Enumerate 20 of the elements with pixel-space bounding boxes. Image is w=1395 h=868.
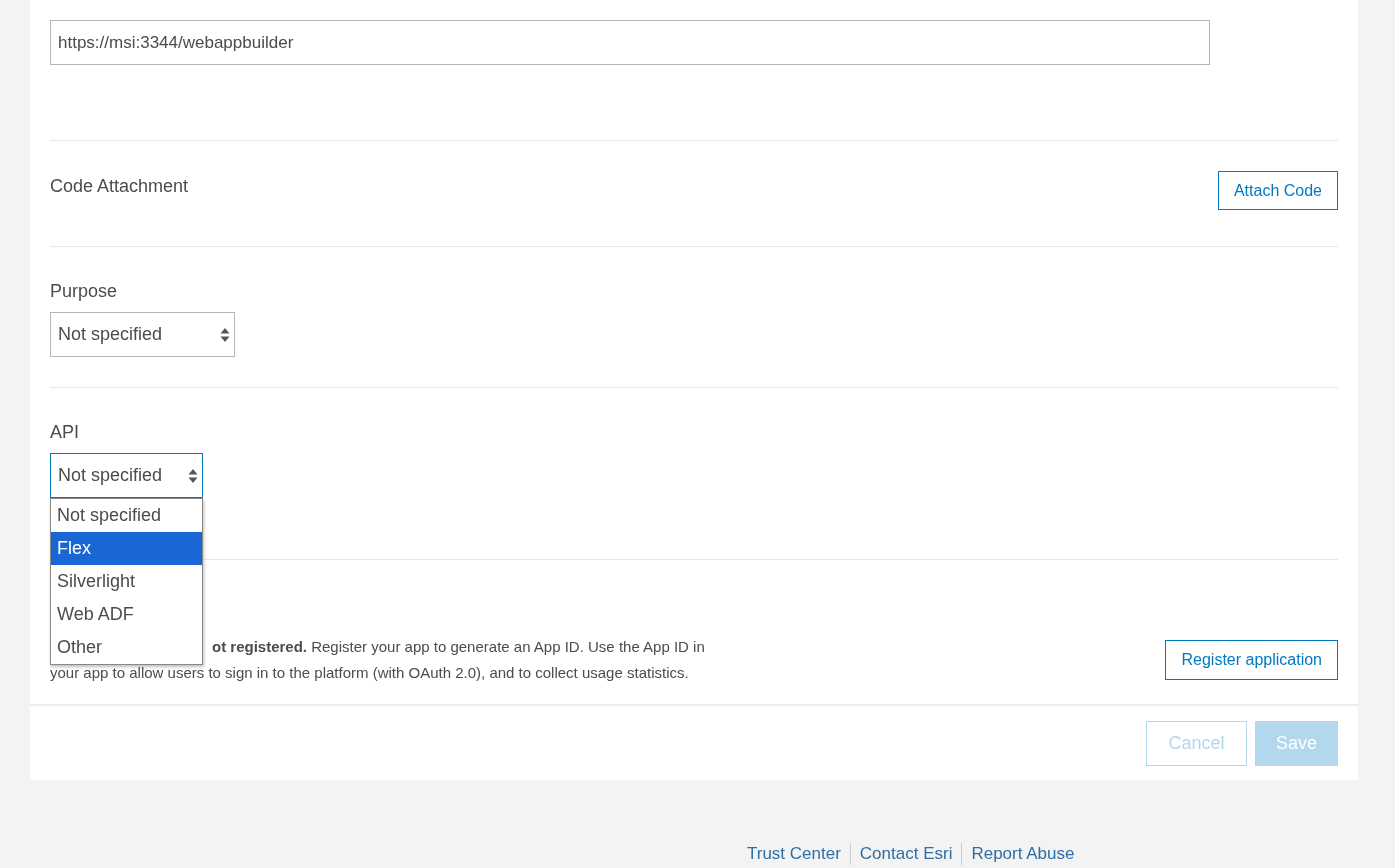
dropdown-option[interactable]: Silverlight — [51, 565, 202, 598]
sort-arrows-icon — [188, 467, 198, 484]
footer-link[interactable]: Report Abuse — [961, 843, 1084, 865]
url-input-field[interactable]: https://msi:3344/webappbuilder — [50, 20, 1210, 65]
field-label: Purpose — [50, 281, 119, 301]
api-select[interactable]: Not specified — [50, 453, 203, 498]
attach-code-button[interactable]: Attach Code — [1217, 171, 1338, 210]
sort-arrows-icon — [220, 326, 230, 343]
registration-text: ot registered. Register your app to generate an App ID. Use the App ID in — [212, 636, 705, 657]
dropdown-option[interactable]: Flex — [51, 532, 202, 565]
register-application-button[interactable]: Register application — [1165, 639, 1338, 680]
footer-link[interactable]: Contact Esri — [849, 843, 962, 865]
field-label: Code Attachment — [50, 176, 189, 196]
dropdown-option[interactable]: Not specified — [51, 499, 202, 532]
field-label: API — [50, 422, 80, 442]
dropdown-option[interactable]: Web ADF — [51, 598, 202, 631]
footer-link[interactable]: Trust Center — [738, 843, 850, 865]
dropdown-option[interactable]: Other — [51, 631, 202, 664]
registration-text: your app to allow users to sign in to the platform (with OAuth 2.0), and to collect usage statistics. — [50, 662, 689, 683]
purpose-select[interactable]: Not specified — [50, 312, 235, 357]
